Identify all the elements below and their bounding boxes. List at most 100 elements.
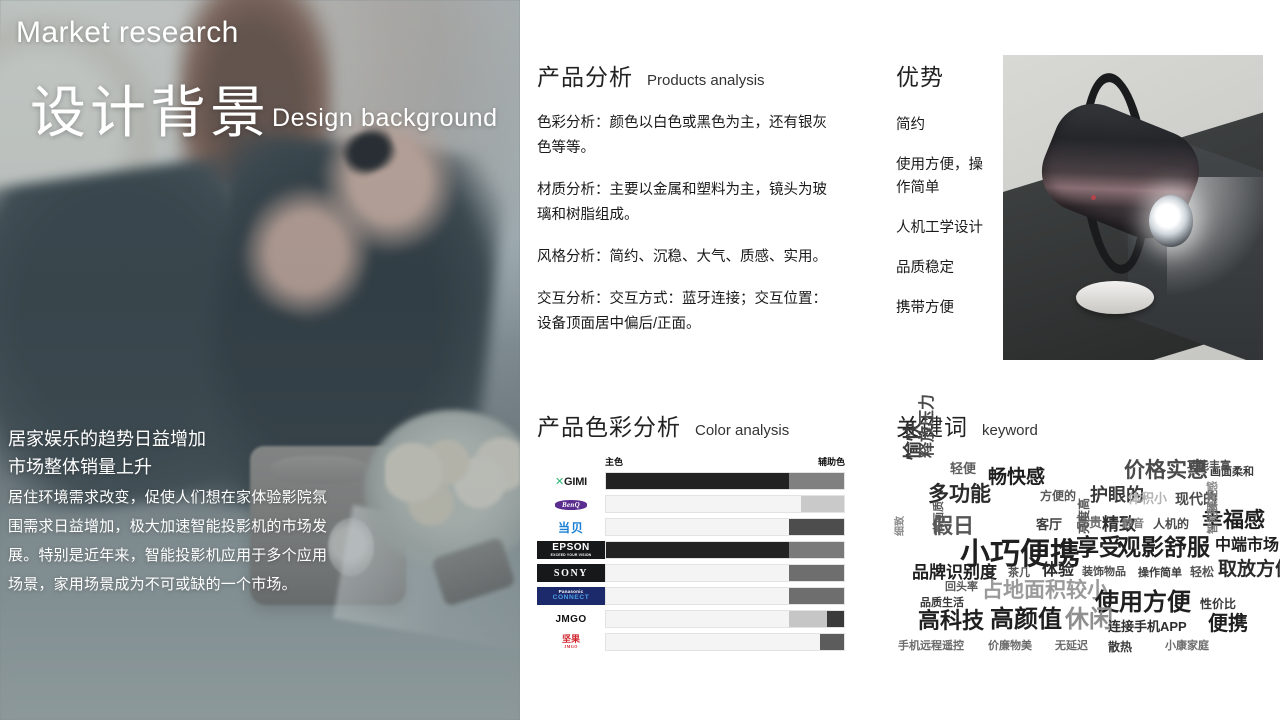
- bar-segment-empty: [606, 565, 789, 581]
- keyword-item: 回头率: [945, 581, 978, 593]
- chart-row: ✕GIMI: [537, 471, 845, 491]
- products-analysis-title-cn: 产品分析: [537, 64, 633, 90]
- bar-track: [605, 518, 845, 536]
- chart-row: EPSON EXCEED YOUR VISION: [537, 540, 845, 560]
- bar-segment-primary: [606, 542, 790, 558]
- advantage-item: 人机工学设计: [896, 220, 983, 236]
- products-analysis-paragraph: 交互分析：交互方式：蓝牙连接；交互位置：设备顶面居中偏后/正面。: [537, 291, 827, 332]
- bar-track: [605, 541, 845, 559]
- keyword-item: 连接手机APP: [1108, 619, 1187, 634]
- hero-title-chinese: 设计背景: [30, 81, 270, 144]
- keyword-item: 散热: [1108, 640, 1133, 654]
- bar-segment-empty: [606, 496, 801, 512]
- chart-row: JMGO: [537, 609, 845, 629]
- bar-segment-empty: [606, 634, 820, 650]
- keyword-item: 释放压力: [919, 393, 936, 458]
- chart-row: 坚果 JMGO: [537, 632, 845, 652]
- bar-track: [605, 610, 845, 628]
- keyword-item: 便携: [1208, 613, 1248, 635]
- bar-segment-secondary: [789, 611, 828, 627]
- bar-segment-empty: [606, 611, 789, 627]
- products-analysis-title-en: Products analysis: [647, 72, 765, 89]
- keyword-item: 畅快感: [988, 467, 1046, 488]
- keyword-item: 休闲: [1065, 606, 1113, 633]
- advantages-title-cn: 优势: [896, 64, 944, 90]
- keyword-item: 茶几: [1008, 567, 1030, 579]
- brand-logo-jimi: 坚果 JMGO: [561, 634, 580, 649]
- keyword-item: 亮度高: [1077, 497, 1091, 534]
- products-analysis-paragraph: 材质分析：主要以金属和塑料为主，镜头为玻璃和树脂组成。: [537, 182, 827, 223]
- brand-logo-pana: Panasonic CONNECT: [537, 587, 605, 605]
- keywords-title-en: keyword: [982, 422, 1038, 439]
- bar-segment-empty: [606, 519, 789, 535]
- keyword-item: 高画质: [933, 501, 945, 534]
- keyword-item: 中端市场: [1215, 537, 1280, 554]
- advantages-section: 优势 简约 使用方便，操作简单 人机工学设计 品质稳定 携带方便: [896, 58, 996, 320]
- brand-logo-jmgo: JMGO: [555, 613, 587, 625]
- color-analysis-heading: 产品色彩分析 Color analysis: [537, 408, 857, 442]
- keyword-item: 体验: [1042, 562, 1075, 579]
- hero-title-english: Market research: [16, 16, 239, 49]
- bar-segment-secondary: [820, 634, 844, 650]
- keyword-item: 体积小: [1128, 491, 1168, 506]
- bar-segment-secondary: [789, 473, 844, 489]
- brand-logo-epson: EPSON EXCEED YOUR VISION: [537, 541, 605, 559]
- bar-segment-secondary: [789, 565, 844, 581]
- keyword-item: 功能丰富: [1187, 460, 1231, 472]
- chart-axis-labels: 主色 辅助色: [537, 455, 845, 471]
- keyword-item: 操作简单: [1138, 567, 1182, 579]
- keyword-item: 智能操控: [1207, 490, 1219, 534]
- products-analysis-heading: 产品分析 Products analysis: [537, 58, 837, 92]
- brand-logo-xgimi: ✕GIMI: [554, 475, 588, 488]
- keyword-item: 人机的: [1153, 517, 1190, 531]
- keyword-item: 无延迟: [1055, 640, 1088, 652]
- slide-root: Market research 设计背景 Design background 居…: [0, 0, 1280, 720]
- bar-segment-empty: [606, 588, 789, 604]
- keyword-item: 价廉物美: [988, 640, 1032, 652]
- color-analysis-title-en: Color analysis: [695, 422, 790, 439]
- keyword-item: 小康家庭: [1165, 640, 1209, 652]
- bar-track: [605, 472, 845, 490]
- products-analysis-paragraph: 风格分析：简约、沉稳、大气、质感、实用。: [537, 249, 827, 265]
- keyword-item: 高科技: [918, 608, 985, 633]
- keyword-item: 轻便: [950, 461, 977, 476]
- keyword-item: 高颜值: [990, 606, 1062, 633]
- keyword-item: 轻松: [1190, 565, 1215, 579]
- chart-label-secondary: 辅助色: [817, 457, 845, 467]
- chart-row: SONY: [537, 563, 845, 583]
- keyword-item: 方便的: [1040, 489, 1077, 503]
- chart-row: BenQ: [537, 494, 845, 514]
- keyword-item: 手机远程遥控: [898, 640, 964, 652]
- keyword-item: 取放方便: [1218, 559, 1280, 580]
- bar-track: [605, 633, 845, 651]
- projector-product-image: [1003, 55, 1263, 360]
- chart-label-primary: 主色: [605, 457, 624, 467]
- bar-track: [605, 587, 845, 605]
- products-analysis-paragraph: 色彩分析：颜色以白色或黑色为主，还有银灰色等等。: [537, 115, 827, 156]
- brand-logo-benq: BenQ: [537, 495, 605, 513]
- advantage-item: 携带方便: [896, 300, 954, 316]
- hero-subtitle-english: Design background: [272, 104, 498, 132]
- color-analysis-chart: 主色 辅助色 ✕GIMI BenQ 当贝 EPSON EXCEED YOUR VISIO…: [537, 455, 845, 655]
- products-analysis-section: 产品分析 Products analysis 色彩分析：颜色以白色或黑色为主，还…: [537, 58, 837, 337]
- keywords-section: 关键词 keyword: [896, 408, 1216, 442]
- keyword-item: 细致: [895, 516, 906, 536]
- keywords-heading: 关键词 keyword: [896, 408, 1216, 442]
- color-analysis-section: 产品色彩分析 Color analysis: [537, 408, 857, 442]
- chart-rows-container: ✕GIMI BenQ 当贝 EPSON EXCEED YOUR VISION SONY Pa…: [537, 471, 845, 652]
- chart-row: Panasonic CONNECT: [537, 586, 845, 606]
- keyword-item: 占地面积较小: [982, 579, 1108, 602]
- keyword-item: 观影舒服: [1118, 534, 1210, 560]
- keyword-item: 静音: [1122, 518, 1144, 530]
- keyword-item: 性价比: [1200, 597, 1237, 611]
- keyword-item: 客厅: [1036, 517, 1063, 532]
- bar-track: [605, 495, 845, 513]
- hero-panel: Market research 设计背景 Design background 居…: [0, 0, 520, 720]
- hero-lead-line-2: 市场整体销量上升: [8, 457, 152, 477]
- bar-segment-secondary: [789, 542, 844, 558]
- color-analysis-title-cn: 产品色彩分析: [537, 414, 681, 440]
- keyword-word-cloud: 小巧便携 畅快感 多功能 假日 护眼的 精致 价格实惠 画面柔和 体积小 现代的 静音 人机的 幸福感享…: [890, 394, 1280, 663]
- hero-lead-text: 居家娱乐的趋势日益增加 市场整体销量上升: [8, 425, 338, 481]
- advantage-item: 简约: [896, 117, 925, 133]
- advantage-item: 使用方便，操作简单: [896, 157, 983, 196]
